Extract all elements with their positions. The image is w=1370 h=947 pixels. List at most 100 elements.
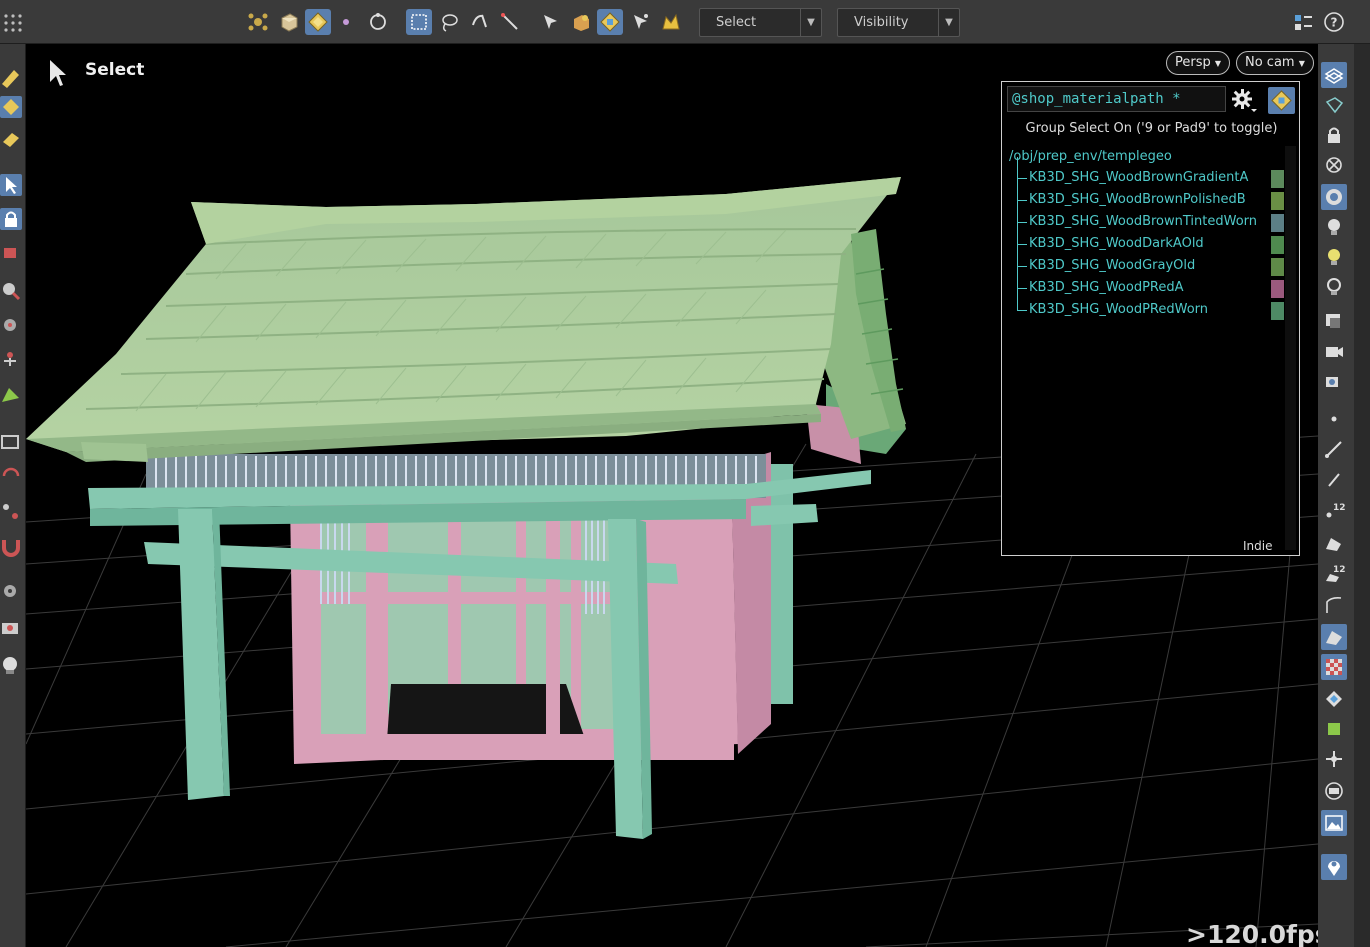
camera-menu[interactable]: No cam ▼	[1236, 51, 1314, 75]
material-item[interactable]: KB3D_SHG_WoodPRedA	[1014, 267, 1284, 300]
tree-line	[1017, 244, 1027, 245]
material-color-swatch	[1271, 302, 1284, 320]
gear-icon[interactable]	[0, 580, 22, 602]
camera-icon[interactable]	[1321, 338, 1347, 364]
pose-icon[interactable]	[0, 350, 22, 372]
lock-icon[interactable]	[1321, 122, 1347, 148]
help-icon[interactable]: ?	[1321, 9, 1347, 35]
location-pin-icon[interactable]	[1321, 854, 1347, 880]
eraser-icon[interactable]	[0, 128, 22, 150]
measure-icon[interactable]	[0, 430, 22, 452]
pivot-icon[interactable]	[1321, 746, 1347, 772]
pencil-icon[interactable]	[0, 66, 22, 88]
group-display-icon[interactable]	[1321, 716, 1347, 742]
select-by-material-icon[interactable]	[1268, 87, 1295, 114]
select-connected-icon[interactable]	[627, 9, 653, 35]
material-group-panel: @shop_materialpath * Group Select On ('9…	[1001, 81, 1300, 556]
point-numbers-icon[interactable]: 12	[1321, 498, 1347, 524]
tree-line	[1017, 223, 1018, 245]
primitive-numbers-icon[interactable]: 12	[1321, 560, 1347, 586]
tree-line	[1017, 222, 1027, 223]
object-mode-icon[interactable]	[245, 9, 271, 35]
material-item[interactable]: KB3D_SHG_WoodBrownPolishedB	[1014, 179, 1284, 212]
select-normals-icon[interactable]	[658, 9, 684, 35]
material-name: KB3D_SHG_WoodBrownGradientA	[1029, 170, 1249, 185]
material-name: KB3D_SHG_WoodBrownTintedWorn	[1029, 214, 1258, 229]
geometry-mode-icon[interactable]	[305, 9, 331, 35]
select-by-material-icon[interactable]	[597, 9, 623, 35]
display-options-icon[interactable]	[1321, 62, 1347, 88]
wireframe-icon[interactable]	[1321, 92, 1347, 118]
point-mode-icon[interactable]	[333, 9, 359, 35]
chevron-down-icon: ▼	[800, 9, 821, 36]
side-scrollbar[interactable]	[1354, 44, 1370, 947]
normals-icon[interactable]	[1321, 436, 1347, 462]
primitive-mode-icon[interactable]	[276, 9, 302, 35]
select-tool-arrow-icon	[48, 58, 68, 88]
vertex-normals-icon[interactable]	[1321, 466, 1347, 492]
transform-icon[interactable]	[0, 242, 22, 264]
material-item[interactable]: KB3D_SHG_WoodBrownGradientA	[1014, 157, 1284, 190]
select-groups-icon[interactable]	[568, 9, 594, 35]
tree-line	[1017, 289, 1018, 311]
ambient-light-icon[interactable]	[1321, 274, 1347, 300]
geometry-path[interactable]: /obj/prep_env/templegeo	[1009, 149, 1172, 164]
brush-select-icon[interactable]	[466, 9, 492, 35]
material-item[interactable]: KB3D_SHG_WoodGrayOld	[1014, 245, 1284, 278]
panel-scrollbar[interactable]	[1285, 146, 1296, 550]
magnify-icon[interactable]	[0, 280, 22, 302]
magnet-icon[interactable]	[0, 536, 22, 558]
material-color-swatch	[1271, 214, 1284, 232]
laser-select-icon[interactable]	[497, 9, 523, 35]
lasso-select-icon[interactable]	[436, 9, 462, 35]
material-color-swatch	[1271, 170, 1284, 188]
svg-text:12: 12	[1333, 503, 1345, 513]
primitive-normals-icon[interactable]	[1321, 530, 1347, 556]
apps-grid-icon[interactable]	[3, 13, 23, 33]
material-item[interactable]: KB3D_SHG_WoodDarkAOld	[1014, 223, 1284, 256]
camera-view-label: Persp	[1175, 55, 1211, 70]
profile-curve-icon[interactable]	[1321, 592, 1347, 618]
material-color-swatch	[1271, 192, 1284, 210]
checker-texture-icon[interactable]	[1321, 654, 1347, 680]
layout-icon[interactable]	[1290, 9, 1316, 35]
svg-text:?: ?	[1331, 16, 1338, 30]
material-item[interactable]: KB3D_SHG_WoodPRedWorn	[1014, 289, 1284, 322]
group-select-message: Group Select On ('9 or Pad9' to toggle)	[1025, 121, 1278, 136]
point-display-icon[interactable]	[1321, 406, 1347, 432]
attribute-pattern-field[interactable]: @shop_materialpath *	[1007, 86, 1226, 112]
rotate-icon[interactable]	[0, 464, 22, 486]
render-camera-icon[interactable]	[1321, 368, 1347, 394]
light-icon[interactable]	[0, 654, 22, 676]
right-toolbar: 12 12	[1318, 44, 1370, 947]
tool-name-label: Select	[85, 60, 145, 80]
paint-icon[interactable]	[0, 384, 22, 406]
light-bulb-icon[interactable]	[1321, 214, 1347, 240]
camera-view-menu[interactable]: Persp ▼	[1166, 51, 1231, 75]
hide-icon[interactable]	[1321, 152, 1347, 178]
shadows-icon[interactable]	[1321, 308, 1347, 334]
snap-icon[interactable]	[0, 500, 22, 522]
box-select-icon[interactable]	[406, 9, 432, 35]
texture-display-icon[interactable]	[1321, 624, 1347, 650]
orbit-select-icon[interactable]	[365, 9, 391, 35]
geometry-select-icon[interactable]	[0, 96, 22, 118]
lock-icon[interactable]	[0, 208, 22, 230]
select-mode-dropdown[interactable]: Select ▼	[699, 8, 822, 37]
material-item[interactable]: KB3D_SHG_WoodBrownTintedWorn	[1014, 201, 1284, 234]
select-tool-icon[interactable]	[0, 174, 22, 196]
material-color-swatch	[1271, 258, 1284, 276]
image-plane-icon[interactable]	[1321, 810, 1347, 836]
gear-icon[interactable]	[1231, 87, 1257, 113]
smooth-shaded-icon[interactable]	[1321, 184, 1347, 210]
left-toolbar	[0, 44, 26, 947]
uv-display-icon[interactable]	[1321, 686, 1347, 712]
headlight-icon[interactable]	[1321, 244, 1347, 270]
background-icon[interactable]	[1321, 778, 1347, 804]
handle-icon[interactable]	[0, 314, 22, 336]
visibility-dropdown[interactable]: Visibility ▼	[837, 8, 960, 37]
camera-icon[interactable]	[0, 616, 22, 638]
material-name: KB3D_SHG_WoodPRedA	[1029, 280, 1184, 295]
camera-label: No cam	[1245, 55, 1295, 70]
select-visible-icon[interactable]	[537, 9, 563, 35]
